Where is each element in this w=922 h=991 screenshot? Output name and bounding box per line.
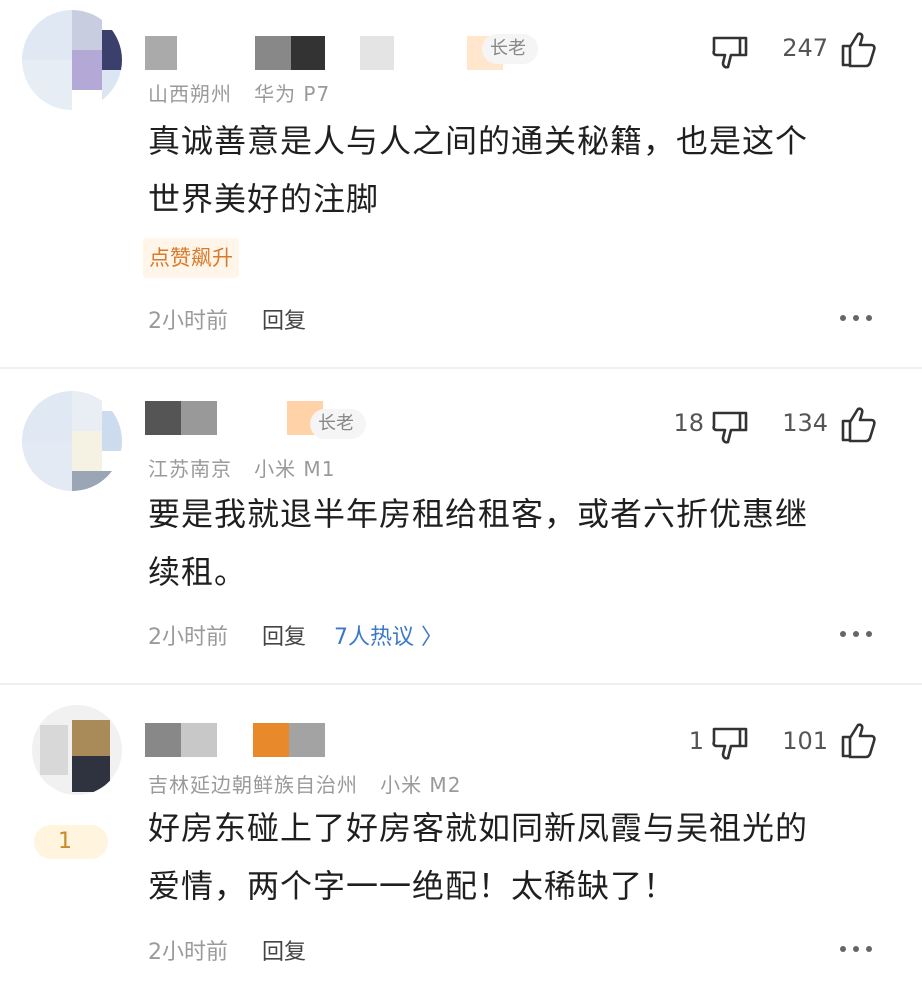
device-text: 小米 M1 [254, 457, 336, 481]
time-text: 2小时前 [148, 625, 228, 650]
thumbs-up-icon[interactable] [838, 404, 878, 444]
comment-item: 1 吉林延边朝鲜族自治州 小米 M2 1 101 好房东碰上了好房客就如同新凤霞… [0, 685, 922, 991]
thumbs-down-icon[interactable] [710, 722, 750, 762]
avatar-mosaic [32, 705, 122, 795]
comment-meta: 江苏南京 小米 M1 [148, 453, 335, 482]
reply-button[interactable]: 回复 [262, 303, 306, 335]
location-text: 吉林延边朝鲜族自治州 [148, 773, 358, 797]
replies-link[interactable]: 7人热议 〉 [334, 619, 443, 651]
username-obscured[interactable] [145, 36, 525, 70]
like-count: 134 [782, 409, 828, 437]
level-badge: 1 [34, 825, 108, 859]
thumbs-up-icon[interactable] [838, 29, 878, 69]
more-dots-icon[interactable] [840, 313, 876, 323]
comment-item: 长老 山西朔州 华为 P7 247 真诚善意是人与人之间的通关秘籍，也是这个 世… [0, 0, 922, 365]
rank-badge: 长老 [310, 409, 366, 439]
like-count: 247 [782, 34, 828, 62]
thumbs-down-icon[interactable] [710, 406, 750, 446]
trending-tag: 点赞飙升 [143, 238, 239, 278]
comment-text: 真诚善意是人与人之间的通关秘籍，也是这个 世界美好的注脚 [148, 122, 809, 218]
comment-text: 好房东碰上了好房客就如同新凤霞与吴祖光的 爱情，两个字一一绝配！太稀缺了！ [148, 809, 809, 905]
location-text: 山西朔州 [148, 82, 232, 106]
avatar[interactable] [22, 10, 122, 110]
thumbs-up-icon[interactable] [838, 720, 878, 760]
avatar[interactable] [22, 391, 122, 491]
like-count: 101 [782, 727, 828, 755]
avatar-mosaic [22, 10, 122, 110]
device-text: 小米 M2 [380, 773, 462, 797]
comment-text: 要是我就退半年房租给租客，或者六折优惠继 续租。 [148, 495, 809, 591]
reply-button[interactable]: 回复 [262, 934, 306, 966]
time-text: 2小时前 [148, 940, 228, 965]
username-obscured[interactable] [145, 723, 345, 757]
thumbs-down-icon[interactable] [710, 31, 750, 71]
dislike-count: 1 [688, 727, 704, 755]
comment-meta: 山西朔州 华为 P7 [148, 78, 330, 107]
comment-item: 长老 江苏南京 小米 M1 18 134 要是我就退半年房租给租客，或者六折优惠… [0, 369, 922, 681]
time-text: 2小时前 [148, 309, 228, 334]
device-text: 华为 P7 [254, 82, 331, 106]
more-dots-icon[interactable] [840, 944, 876, 954]
more-dots-icon[interactable] [840, 629, 876, 639]
avatar-mosaic [22, 391, 122, 491]
rank-badge: 长老 [482, 34, 538, 64]
reply-button[interactable]: 回复 [262, 619, 306, 651]
location-text: 江苏南京 [148, 457, 232, 481]
dislike-count: 18 [673, 409, 704, 437]
avatar[interactable] [32, 705, 122, 795]
comment-meta: 吉林延边朝鲜族自治州 小米 M2 [148, 769, 461, 798]
